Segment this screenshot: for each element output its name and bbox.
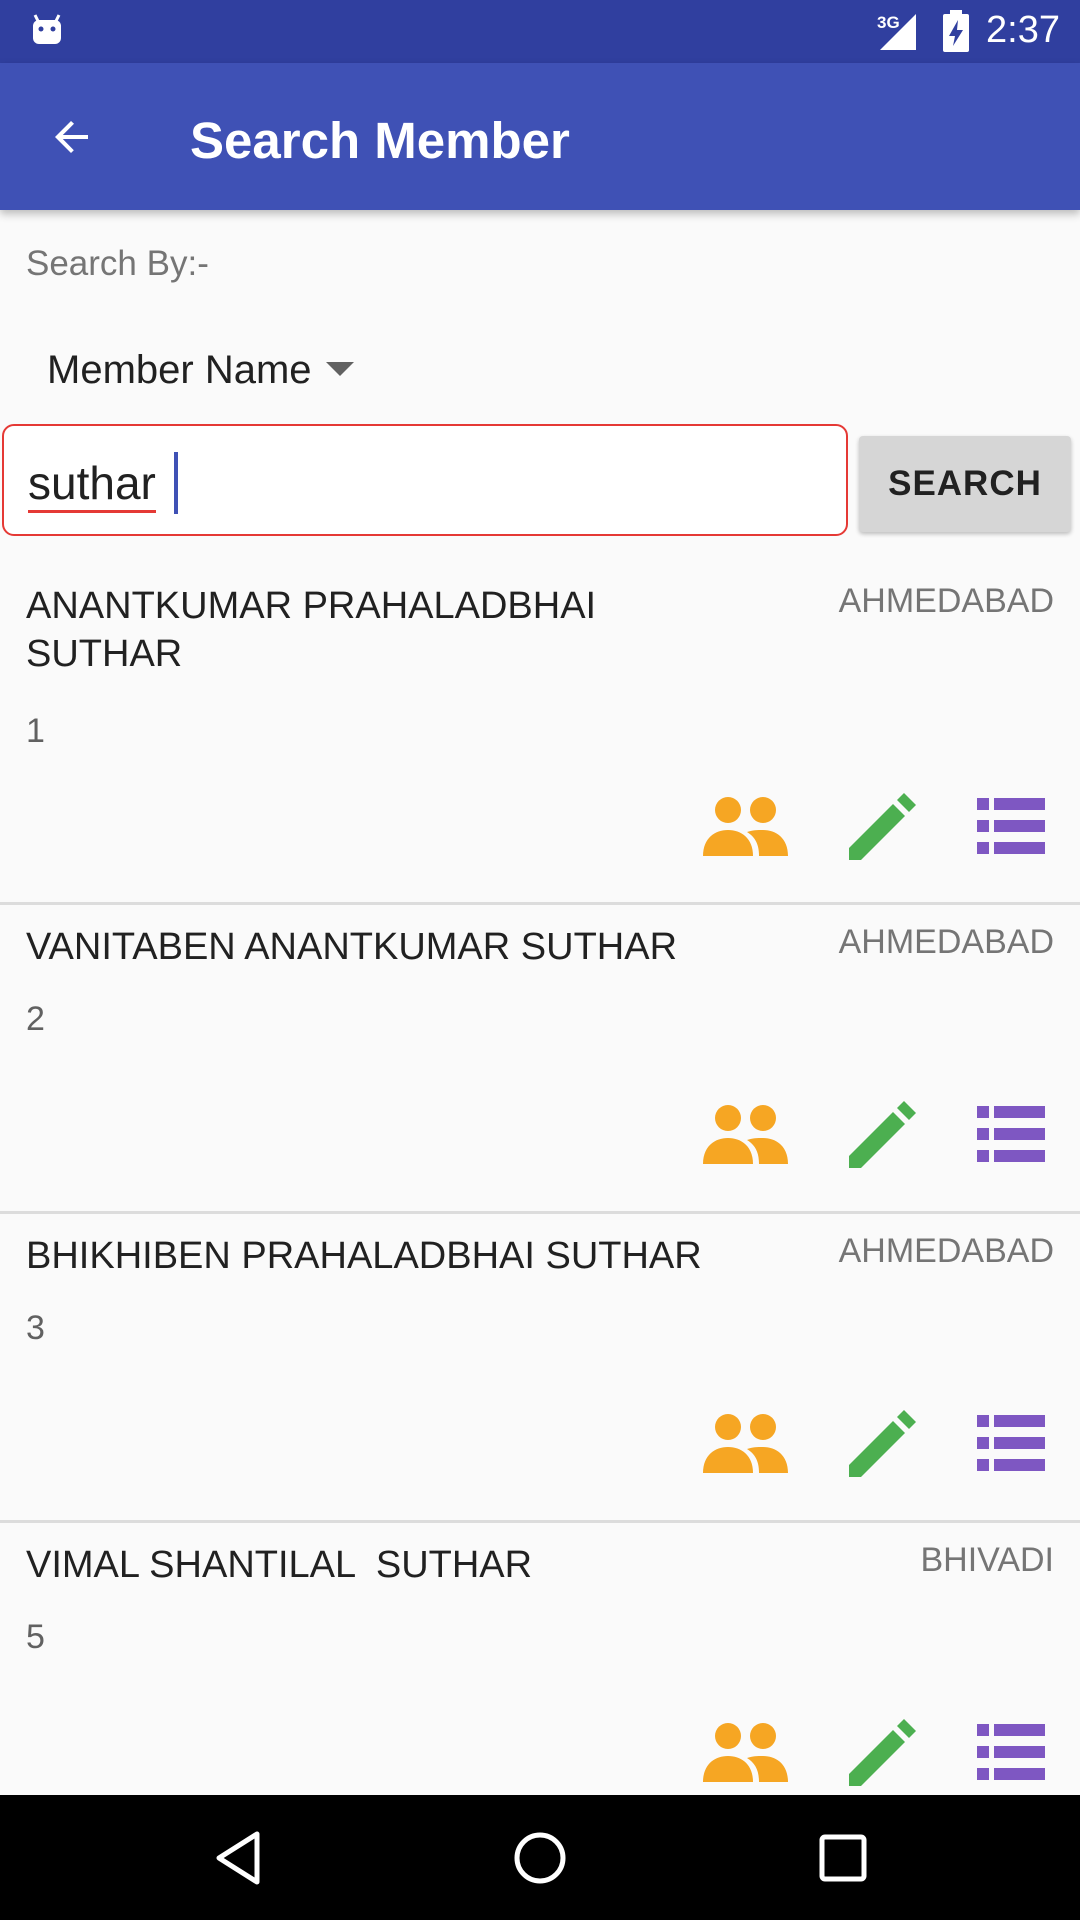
group-icon[interactable] xyxy=(701,794,789,858)
member-number: 3 xyxy=(26,1309,45,1347)
nav-recents-icon[interactable] xyxy=(813,1828,873,1888)
app-bar: Search Member xyxy=(0,63,1080,210)
member-number: 1 xyxy=(26,712,45,750)
android-notification-icon xyxy=(33,14,61,44)
clock: 2:37 xyxy=(986,9,1060,51)
battery-charging-icon xyxy=(943,10,969,52)
member-city: AHMEDABAD xyxy=(838,923,1054,961)
member-name: VANITABEN ANANTKUMAR SUTHAR xyxy=(26,926,678,968)
page-title: Search Member xyxy=(190,112,570,169)
item-actions xyxy=(701,1407,1045,1479)
text-cursor xyxy=(174,452,178,514)
item-actions xyxy=(701,1098,1045,1170)
member-city: AHMEDABAD xyxy=(838,1232,1054,1270)
member-name: BHIKHIBEN PRAHALADBHAI SUTHAR xyxy=(26,1235,702,1277)
member-number: 2 xyxy=(26,1000,45,1038)
search-button[interactable]: SEARCH xyxy=(859,436,1071,532)
pencil-icon[interactable] xyxy=(847,1716,919,1788)
list-item[interactable]: VANITABEN ANANTKUMAR SUTHAR AHMEDABAD 2 xyxy=(0,905,1080,1214)
search-input-text: suthar xyxy=(28,456,156,513)
search-by-selected: Member Name xyxy=(47,347,312,392)
back-arrow-icon[interactable] xyxy=(48,113,96,161)
nav-back-icon[interactable] xyxy=(209,1828,269,1888)
list-icon[interactable] xyxy=(977,1722,1045,1782)
search-by-dropdown[interactable]: Member Name xyxy=(47,340,354,400)
list-item[interactable]: VIMAL SHANTILAL SUTHAR BHIVADI 5 xyxy=(0,1523,1080,1795)
nav-home-icon[interactable] xyxy=(510,1828,570,1888)
list-item[interactable]: BHIKHIBEN PRAHALADBHAI SUTHAR AHMEDABAD … xyxy=(0,1214,1080,1523)
search-query: suthar xyxy=(28,457,156,513)
results-list[interactable]: ANANTKUMAR PRAHALADBHAI SUTHAR AHMEDABAD… xyxy=(0,560,1080,1795)
list-icon[interactable] xyxy=(977,1413,1045,1473)
pencil-icon[interactable] xyxy=(847,1407,919,1479)
member-city: BHIVADI xyxy=(920,1541,1054,1579)
item-actions xyxy=(701,1716,1045,1788)
member-city: AHMEDABAD xyxy=(838,582,1054,620)
pencil-icon[interactable] xyxy=(847,790,919,862)
group-icon[interactable] xyxy=(701,1720,789,1784)
signal-icon xyxy=(880,14,916,50)
member-number: 5 xyxy=(26,1618,45,1656)
search-input[interactable]: suthar xyxy=(2,424,848,536)
list-icon[interactable] xyxy=(977,796,1045,856)
dropdown-caret-icon xyxy=(325,362,354,376)
list-icon[interactable] xyxy=(977,1104,1045,1164)
member-name: ANANTKUMAR PRAHALADBHAI SUTHAR xyxy=(26,585,597,675)
navigation-bar xyxy=(0,1795,1080,1920)
search-by-label: Search By:- xyxy=(26,244,209,283)
status-bar: 3G 2:37 xyxy=(0,0,1080,63)
group-icon[interactable] xyxy=(701,1411,789,1475)
pencil-icon[interactable] xyxy=(847,1098,919,1170)
item-actions xyxy=(701,790,1045,862)
member-name: VIMAL SHANTILAL SUTHAR xyxy=(26,1544,533,1586)
list-item[interactable]: ANANTKUMAR PRAHALADBHAI SUTHAR AHMEDABAD… xyxy=(0,560,1080,905)
group-icon[interactable] xyxy=(701,1102,789,1166)
